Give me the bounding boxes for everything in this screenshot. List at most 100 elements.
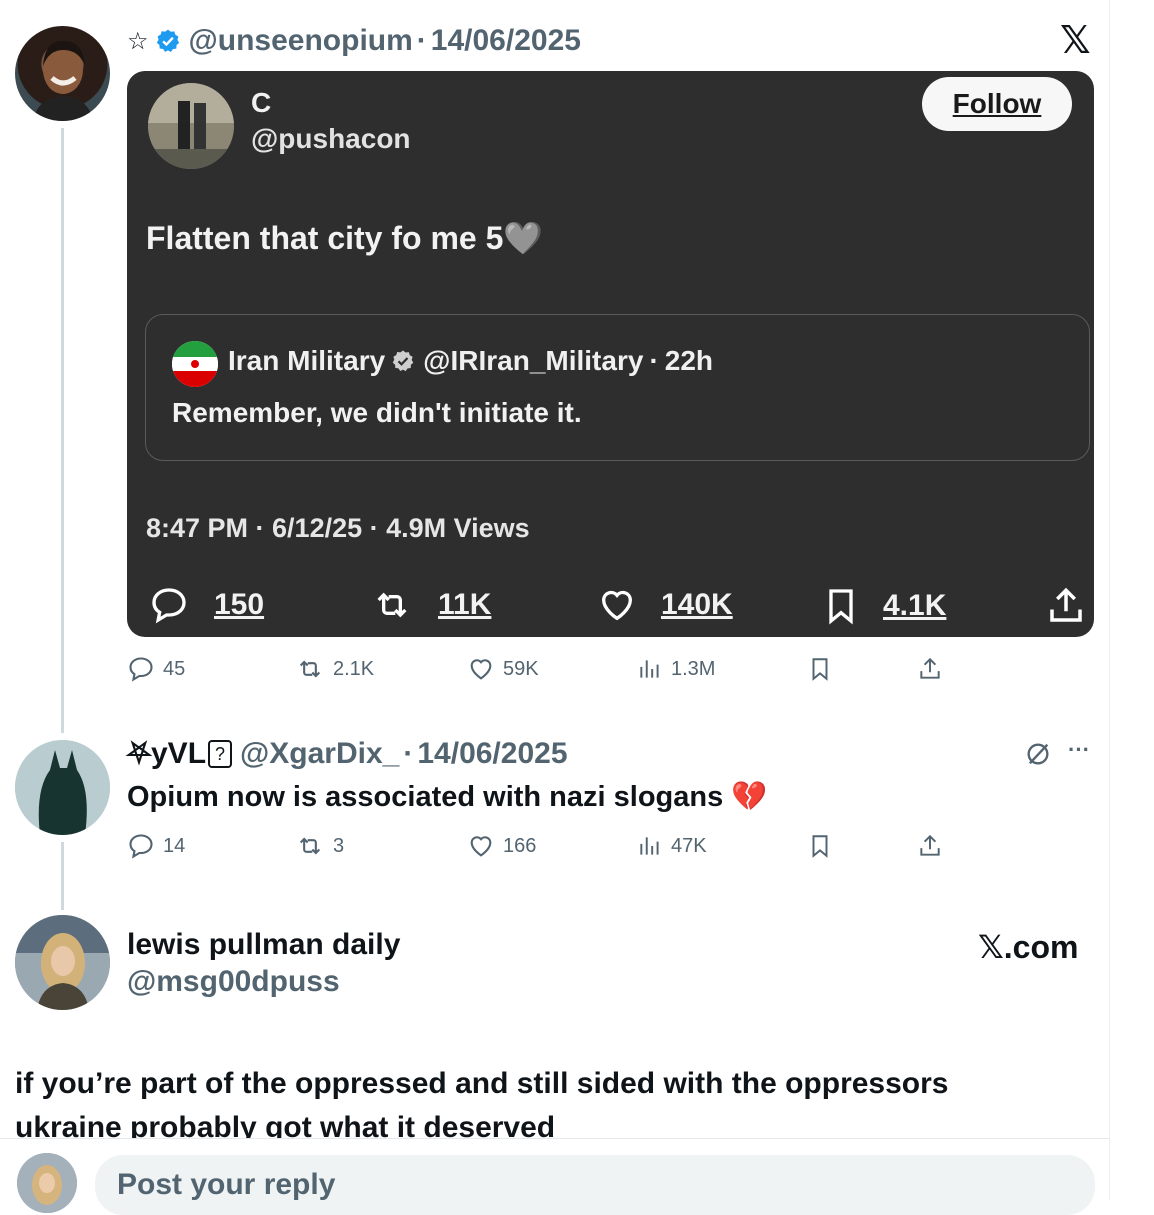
embedded-bookmark-button[interactable]: 4.1K	[821, 585, 946, 627]
reply-button[interactable]: 14	[127, 832, 185, 860]
verified-badge-icon	[392, 350, 414, 372]
reply-text: Opium now is associated with nazi slogan…	[127, 781, 768, 813]
reply-icon	[129, 834, 153, 859]
embedded-repost-button[interactable]: 11K	[368, 585, 491, 625]
embedded-handle[interactable]: @pushacon	[251, 123, 411, 155]
avatar-image	[15, 740, 110, 835]
bookmark-icon	[829, 589, 853, 625]
repost-button[interactable]: 2.1K	[295, 655, 374, 683]
third-author-handle[interactable]: @msg00dpuss	[127, 965, 340, 999]
reply-count: 45	[163, 657, 186, 680]
views-count: 1.3M	[671, 657, 716, 680]
quoted-tweet[interactable]: Iran Military @IRIran_Military · 22h Rem…	[145, 314, 1090, 461]
like-count: 59K	[503, 657, 539, 680]
reply-actions: 14 3 166 47K	[127, 832, 967, 866]
avatar-unseenopium[interactable]	[15, 26, 110, 121]
reply-date[interactable]: 14/06/2025	[417, 737, 567, 771]
views-chart-icon	[640, 837, 659, 855]
dot-separator: ·	[403, 737, 414, 770]
third-author-name[interactable]: lewis pullman daily	[127, 928, 400, 962]
quoted-header: Iran Military @IRIran_Military · 22h	[228, 345, 713, 377]
bookmark-button[interactable]	[807, 832, 833, 860]
reply-composer: Post your reply	[0, 1138, 1110, 1215]
grok-slash-icon	[1027, 743, 1049, 765]
quoted-handle[interactable]: @IRIran_Military	[423, 345, 643, 377]
name-box-glyph: ?	[208, 740, 233, 768]
reply-header: ⛧yVL ? @XgarDix_ · 14/06/2025	[127, 735, 568, 773]
repost-icon	[299, 837, 321, 855]
heart-icon	[470, 836, 492, 857]
embedded-tweet-card[interactable]: C @pushacon Follow Flatten that city fo …	[127, 71, 1094, 637]
reply-input[interactable]: Post your reply	[95, 1155, 1095, 1215]
thread-line-2	[61, 842, 64, 910]
reply-button[interactable]: 45	[127, 655, 185, 683]
main-tweet-header: ☆ @unseenopium · 14/06/2025	[127, 22, 581, 60]
heart-icon	[601, 590, 633, 621]
right-scroll-rail	[1109, 0, 1154, 1200]
iran-flag-icon	[172, 341, 218, 387]
thread-line-1	[61, 128, 64, 733]
main-tweet-actions: 45 2.1K 59K 1.3M	[127, 655, 967, 689]
repost-button[interactable]: 3	[295, 832, 344, 860]
embedded-reply-button[interactable]: 150	[146, 585, 264, 625]
repost-icon	[299, 660, 321, 678]
avatar-image	[17, 1153, 77, 1213]
share-button[interactable]	[917, 832, 943, 860]
iran-flag-avatar	[172, 341, 218, 387]
reply-author-name[interactable]: ⛧yVL	[127, 737, 206, 771]
avatar-image	[15, 915, 110, 1010]
composer-avatar[interactable]	[17, 1153, 77, 1213]
share-icon	[920, 834, 940, 856]
embedded-tweet-text: Flatten that city fo me 5🩶	[146, 220, 544, 256]
like-button[interactable]: 166	[467, 832, 536, 860]
name-star: ☆	[127, 27, 149, 55]
reply-icon	[129, 657, 153, 682]
avatar-portrait	[33, 40, 93, 121]
avatar-image	[148, 83, 234, 169]
follow-button[interactable]: Follow	[922, 77, 1072, 131]
embedded-repost-count: 11K	[438, 588, 492, 621]
close-x-icon[interactable]: 𝕏	[1060, 18, 1091, 63]
main-tweet-date[interactable]: 14/06/2025	[431, 24, 581, 58]
views-count: 47K	[671, 834, 707, 857]
reply-handle[interactable]: @XgarDix_	[240, 737, 399, 771]
dot-separator: ·	[416, 24, 427, 57]
dot-separator: ·	[649, 345, 659, 376]
share-icon	[1050, 587, 1082, 622]
embedded-like-count: 140K	[661, 588, 733, 621]
avatar-pushacon[interactable]	[148, 83, 234, 169]
bookmark-icon	[812, 835, 828, 858]
grok-icon[interactable]	[1024, 740, 1052, 773]
quoted-name[interactable]: Iran Military	[228, 345, 385, 377]
x-com-link[interactable]: 𝕏.com	[978, 928, 1078, 966]
main-tweet-handle[interactable]: @unseenopium	[189, 24, 413, 58]
embedded-share-button[interactable]	[1045, 585, 1109, 627]
quoted-text: Remember, we didn't initiate it.	[172, 397, 582, 428]
repost-count: 2.1K	[333, 657, 375, 680]
repost-count: 3	[333, 834, 345, 857]
bookmark-button[interactable]	[807, 655, 833, 683]
embedded-meta: 8:47 PM · 6/12/25 · 4.9M Views	[146, 513, 530, 543]
views-button[interactable]: 1.3M	[637, 655, 715, 683]
reply-icon	[152, 588, 186, 624]
share-icon	[920, 657, 940, 679]
like-button[interactable]: 59K	[467, 655, 539, 683]
bookmark-icon	[812, 658, 828, 681]
embedded-bookmark-count: 4.1K	[883, 589, 947, 622]
views-chart-icon	[640, 660, 659, 678]
quoted-time: 22h	[664, 345, 714, 376]
views-button[interactable]: 47K	[637, 832, 707, 860]
reply-count: 14	[163, 834, 186, 857]
heart-icon	[470, 659, 492, 680]
repost-icon	[377, 592, 407, 618]
share-button[interactable]	[917, 655, 943, 683]
embedded-reply-count: 150	[214, 588, 265, 621]
like-count: 166	[503, 834, 537, 857]
more-options-icon[interactable]: ···	[1068, 737, 1090, 763]
avatar-xgardix[interactable]	[15, 740, 110, 835]
embedded-like-button[interactable]: 140K	[595, 585, 733, 625]
embedded-actions: 150 11K 140K 4.1K	[127, 571, 1094, 641]
verified-badge-icon	[156, 29, 179, 52]
avatar-msg00dpuss[interactable]	[15, 915, 110, 1010]
embedded-name[interactable]: C	[251, 87, 271, 119]
